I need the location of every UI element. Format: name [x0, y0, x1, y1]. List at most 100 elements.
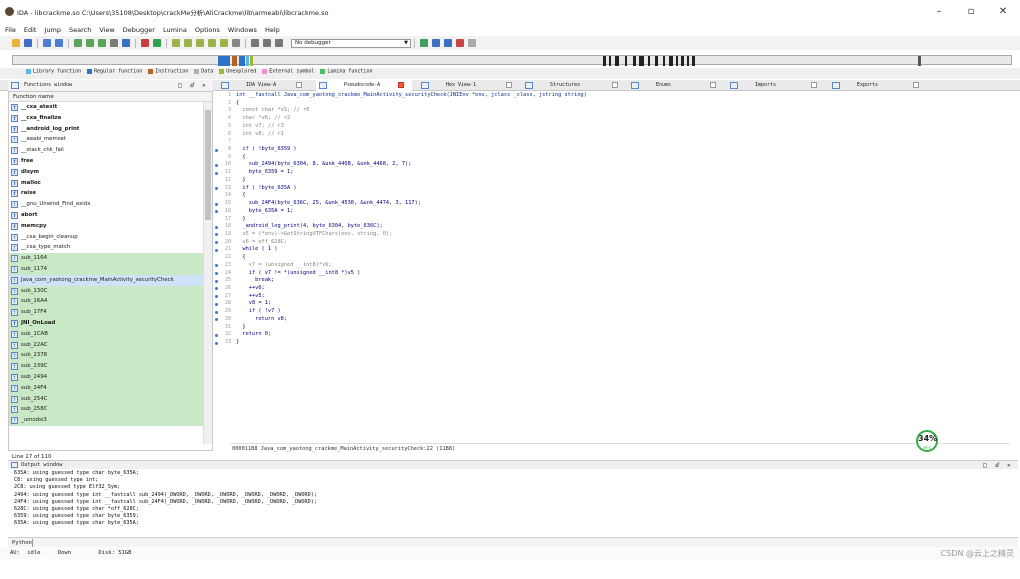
code-search-icon[interactable]: [98, 39, 106, 47]
menu-help[interactable]: Help: [265, 25, 280, 36]
function-item[interactable]: f JNI_OnLoad: [9, 317, 205, 329]
tab-functions[interactable]: Functions window □ ⅆ ✕: [8, 80, 213, 91]
data-icon[interactable]: [110, 39, 118, 47]
code-line[interactable]: 15 sub_24F4(byte_636C, 25, &unk_4530, &u…: [214, 200, 1014, 208]
code-line[interactable]: 20 v6 = off_628C;: [214, 239, 1014, 247]
close-tab-icon[interactable]: ✕: [202, 80, 206, 91]
code-line[interactable]: 9 {: [214, 154, 1014, 162]
close-button[interactable]: ✕: [992, 4, 1014, 20]
function-item[interactable]: f sub_1CAB: [9, 328, 205, 340]
restore-icon[interactable]: □: [983, 461, 987, 470]
play-icon[interactable]: [251, 39, 259, 47]
tab-hex-view[interactable]: Hex View-1: [418, 80, 516, 91]
code-line[interactable]: 28 v8 = 1;: [214, 300, 1014, 308]
function-item[interactable]: f memcpy: [9, 221, 205, 232]
code-line[interactable]: 2{: [214, 100, 1014, 108]
function-item[interactable]: f __aeabi_memset: [9, 134, 205, 145]
make-string-icon[interactable]: [196, 39, 204, 47]
function-item[interactable]: f free: [9, 156, 205, 167]
back-icon[interactable]: [43, 39, 51, 47]
code-line[interactable]: 26 ++v6;: [214, 285, 1014, 293]
code-line[interactable]: 10 sub_2494(byte_6304, 8, &unk_446B, &un…: [214, 161, 1014, 169]
function-item[interactable]: f sub_258C: [9, 404, 205, 416]
menu-file[interactable]: File: [5, 25, 16, 36]
step-icon[interactable]: [444, 39, 452, 47]
function-item[interactable]: f __gnu_Unwind_Find_exidx: [9, 199, 205, 210]
pseudocode-view[interactable]: 1 int __fastcall Java_com_yaotong_crackme…: [214, 92, 1014, 442]
python-input[interactable]: [32, 539, 35, 547]
function-item[interactable]: f sub_17F4: [9, 307, 205, 318]
tab-structures[interactable]: Structures: [522, 80, 622, 91]
code-line[interactable]: 3 const char *v5; // r0: [214, 107, 1014, 115]
code-line[interactable]: 11 byte_6359 = 1;: [214, 169, 1014, 177]
function-item[interactable]: f sub_1174: [9, 263, 205, 275]
code-line[interactable]: 30 return v8;: [214, 316, 1014, 324]
tab-exports[interactable]: Exports: [829, 80, 925, 91]
tab-hex-view-close[interactable]: [506, 82, 512, 88]
pause-icon[interactable]: [263, 39, 271, 47]
make-code-icon[interactable]: [172, 39, 180, 47]
attach-icon[interactable]: [432, 39, 440, 47]
function-item[interactable]: f sub_2494: [9, 371, 205, 383]
tab-pseudocode-close[interactable]: [398, 82, 404, 88]
menu-view[interactable]: View: [99, 25, 114, 36]
code-line[interactable]: 31 }: [214, 324, 1014, 332]
function-item[interactable]: f abort: [9, 210, 205, 221]
code-line[interactable]: 24 if ( v7 != *(unsigned __int8 *)v5 ): [214, 270, 1014, 278]
tab-enums[interactable]: Enums: [628, 80, 722, 91]
function-item[interactable]: f Java_com_yaotong_crackme_MainActivity_s…: [9, 274, 205, 286]
function-item[interactable]: f sub_16A4: [9, 296, 205, 308]
tab-exports-close[interactable]: [913, 82, 919, 88]
code-line[interactable]: 32 return 0;: [214, 331, 1014, 339]
code-line[interactable]: 17 }: [214, 216, 1014, 224]
code-line[interactable]: 21 while ( 1 ): [214, 246, 1014, 254]
code-line[interactable]: 7: [214, 138, 1014, 146]
run-icon[interactable]: [153, 39, 161, 47]
undefine-icon[interactable]: [220, 39, 228, 47]
output-window[interactable]: 635A: using guessed type char byte_635A;…: [8, 470, 1013, 536]
menu-debugger[interactable]: Debugger: [123, 25, 155, 36]
code-line[interactable]: 12 }: [214, 177, 1014, 185]
make-array-icon[interactable]: [208, 39, 216, 47]
code-line[interactable]: 8 if ( !byte_6359 ): [214, 146, 1014, 154]
text-search-icon[interactable]: [86, 39, 94, 47]
float-icon[interactable]: ⅆ: [190, 80, 194, 91]
function-item[interactable]: f dlsym: [9, 167, 205, 178]
binary-icon[interactable]: [74, 39, 82, 47]
code-line[interactable]: 14 {: [214, 192, 1014, 200]
function-item[interactable]: f __cxa_type_match: [9, 242, 205, 253]
stop-icon[interactable]: [275, 39, 283, 47]
debugger-select[interactable]: No debugger ▼: [291, 38, 411, 48]
function-item[interactable]: f sub_1164: [9, 253, 205, 264]
function-item[interactable]: f _umodsi3: [9, 415, 205, 426]
tab-pseudocode[interactable]: Pseudocode-A: [316, 80, 412, 91]
float-icon[interactable]: ⅆ: [995, 461, 999, 470]
function-item[interactable]: f __cxa_begin_cleanup: [9, 232, 205, 243]
options-icon[interactable]: [468, 39, 476, 47]
graph-icon[interactable]: [141, 39, 149, 47]
pin-icon[interactable]: [456, 39, 464, 47]
functions-column-header[interactable]: Function name: [9, 92, 212, 102]
code-line[interactable]: 6 int v8; // r1: [214, 131, 1014, 139]
maximize-button[interactable]: ▫: [960, 4, 982, 20]
code-line[interactable]: 29 if ( !v7 ): [214, 308, 1014, 316]
close-output-icon[interactable]: ✕: [1007, 461, 1011, 470]
function-item[interactable]: f __cxa_finalize: [9, 113, 205, 124]
menu-windows[interactable]: Windows: [228, 25, 257, 36]
code-line[interactable]: 5 int v7; // r3: [214, 123, 1014, 131]
code-line[interactable]: 27 ++v5;: [214, 293, 1014, 301]
code-line[interactable]: 1 int __fastcall Java_com_yaotong_crackme…: [214, 92, 1014, 100]
scrollbar-thumb[interactable]: [205, 110, 211, 220]
breakpoint-icon[interactable]: [420, 39, 428, 47]
save-icon[interactable]: [24, 39, 32, 47]
tab-ida-view[interactable]: IDA View-A: [218, 80, 304, 91]
tab-imports-close[interactable]: [811, 82, 817, 88]
tab-ida-view-close[interactable]: [296, 82, 302, 88]
restore-icon[interactable]: □: [178, 80, 182, 91]
function-item[interactable]: f malloc: [9, 178, 205, 189]
delete-icon[interactable]: [232, 39, 240, 47]
function-item[interactable]: f sub_254C: [9, 393, 205, 405]
code-line[interactable]: 4 char *v6; // r2: [214, 115, 1014, 123]
function-item[interactable]: f sub_2378: [9, 350, 205, 362]
code-line[interactable]: 16 byte_635A = 1;: [214, 208, 1014, 216]
